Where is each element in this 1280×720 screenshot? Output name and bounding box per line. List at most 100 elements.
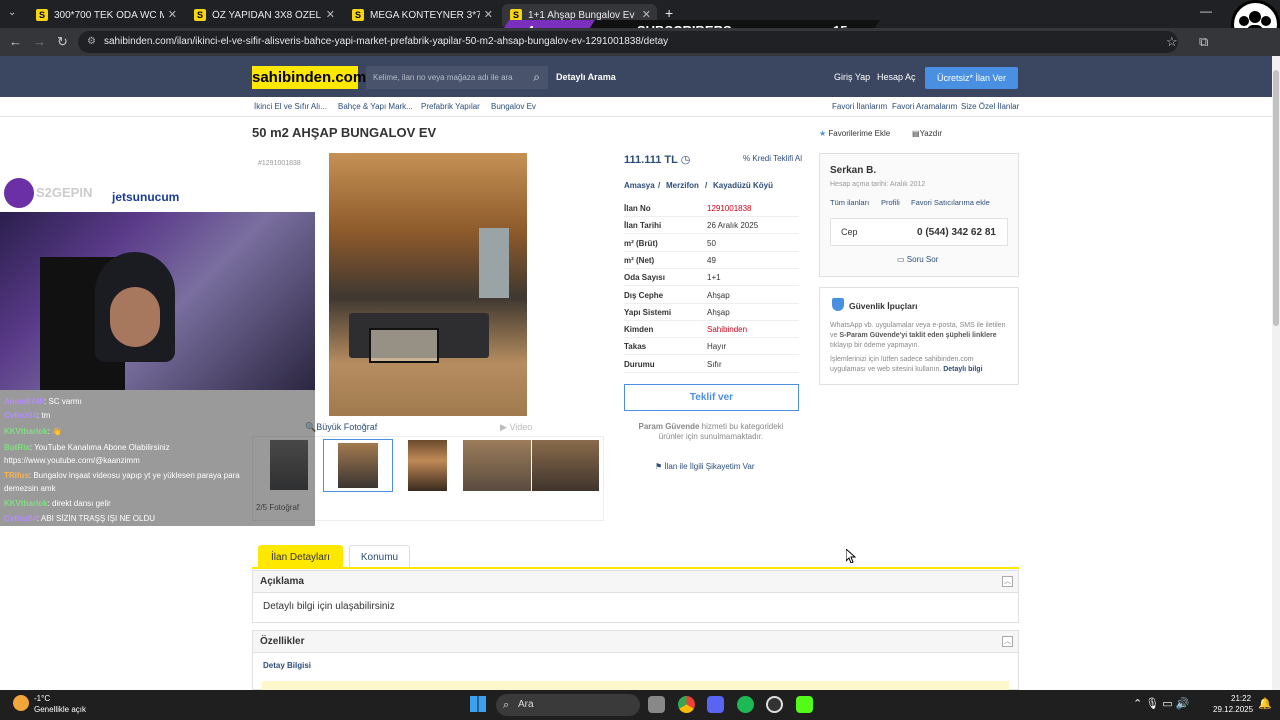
ask-question-link[interactable]: ▭ Soru Sor [897, 255, 938, 264]
safety-text-1: WhatsApp vb. uygulamalar veya e-posta, S… [830, 322, 1006, 349]
task-view-icon[interactable] [648, 696, 665, 713]
post-free-ad-button[interactable]: Ücretsiz* İlan Ver [925, 67, 1018, 89]
location-district[interactable]: Merzifon [666, 181, 699, 190]
extensions-icon[interactable]: ⧉ [1199, 34, 1208, 50]
streamer-face-shape [110, 287, 160, 347]
big-photo-link[interactable]: 🔍Büyük Fotoğraf [305, 422, 377, 433]
safety-more-link[interactable]: Detaylı bilgi [943, 366, 982, 373]
kick-icon[interactable] [796, 696, 813, 713]
report-listing-link[interactable]: ⚑ İlan ile İlgili Şikayetim Var [655, 462, 755, 471]
register-link[interactable]: Hesap Aç [877, 72, 916, 82]
breadcrumb-item[interactable]: Prefabrik Yapılar [421, 102, 480, 111]
search-icon[interactable]: ⌕ [533, 66, 540, 89]
back-arrow-icon[interactable]: ← [9, 34, 22, 49]
browser-tab-3[interactable]: S MEGA KONTEYNER 3*7 TEK OD ✕ [344, 4, 499, 26]
search-icon: ⌕ [503, 699, 510, 711]
forward-arrow-icon[interactable]: → [33, 34, 46, 49]
chrome-icon[interactable] [678, 696, 695, 713]
tab-list-chevron-icon[interactable]: ⌄ [8, 7, 16, 18]
chat-text: : SC varmı [44, 397, 82, 406]
photo-thumbnail-selected[interactable] [323, 439, 393, 492]
description-title: Açıklama [253, 571, 1018, 593]
browser-tab-1[interactable]: S 300*700 TEK ODA WC MUTFAK ✕ [28, 4, 183, 26]
windows-taskbar [0, 690, 1280, 720]
site-search-input[interactable]: Kelime, ilan no veya mağaza adı ile ara … [366, 66, 548, 89]
ad-id-label: #1291001838 [258, 160, 301, 167]
close-tab-icon[interactable]: ✕ [168, 8, 177, 21]
sahibinden-favicon-icon: S [194, 9, 206, 21]
collapse-icon[interactable]: ︿ [1002, 636, 1013, 647]
weather-temp[interactable]: -1°C [34, 694, 50, 703]
add-favorite-seller-link[interactable]: Favori Satıcılarıma ekle [911, 198, 990, 207]
start-button-icon[interactable] [470, 696, 486, 712]
seller-profile-link[interactable]: Profili [881, 198, 900, 207]
browser-tab-2[interactable]: S ÖZ YAPIDAN 3X8 ÖZEL CAMLI ✕ [186, 4, 341, 26]
tray-icons[interactable]: ⌃ 🎙 ▭ 🔊 [1133, 697, 1189, 710]
detailed-search-link[interactable]: Detaylı Arama [556, 72, 616, 82]
close-tab-icon[interactable]: ✕ [326, 8, 335, 21]
page-scrollbar-thumb[interactable] [1273, 70, 1279, 326]
listing-price: 111.111 TL ◷ [624, 154, 691, 166]
location-city[interactable]: Amasya [624, 181, 655, 190]
notification-icon[interactable]: 🔔 [1258, 697, 1272, 710]
detail-value: 1+1 [707, 273, 721, 283]
phone-number[interactable]: 0 (544) 342 62 81 [917, 227, 996, 238]
bookmark-star-icon[interactable]: ☆ [1166, 34, 1178, 50]
breadcrumb-item[interactable]: Bungalov Ev [491, 102, 536, 111]
favorite-searches-link[interactable]: Favori Aramalarım [892, 102, 957, 111]
reload-icon[interactable]: ↻ [57, 34, 68, 50]
sahibinden-favicon-icon: S [352, 9, 364, 21]
detail-key: Yapı Sistemi [624, 307, 672, 317]
site-info-icon[interactable]: ⚙ [87, 31, 96, 53]
new-tab-button[interactable]: + [665, 5, 673, 21]
breadcrumb-item[interactable]: İkinci El ve Sıfır Alı... [254, 102, 327, 111]
weather-icon[interactable] [13, 695, 29, 711]
photo-thumbnail[interactable] [408, 440, 447, 491]
personalized-listings-link[interactable]: Size Özel İlanlar [961, 102, 1019, 111]
spotify-icon[interactable] [737, 696, 754, 713]
price-history-icon[interactable]: ◷ [681, 154, 691, 166]
clock-time[interactable]: 21:22 [1231, 694, 1251, 703]
close-tab-icon[interactable]: ✕ [484, 8, 493, 21]
photo-thumbnail[interactable] [532, 440, 599, 491]
sponsor-banner: S2GEPIN jetsunucum [0, 175, 315, 212]
site-logo[interactable]: sahibinden.com [252, 66, 366, 89]
login-link[interactable]: Giriş Yap [834, 72, 870, 82]
chat-message: https://www.youtube.com/@kaanzimm [4, 456, 140, 465]
obs-icon[interactable] [766, 696, 783, 713]
weather-text[interactable]: Genellikle açık [34, 705, 86, 714]
detail-value[interactable]: 1291001838 [707, 204, 752, 213]
credit-offer-link[interactable]: % Kredi Teklifi Al [743, 154, 802, 163]
photo-table-shape [369, 328, 439, 363]
url-field[interactable]: ⚙ sahibinden.com/ilan/ikinci-el-ve-sifir… [78, 31, 1178, 53]
tab-title: MEGA KONTEYNER 3*7 TEK OD [370, 9, 480, 21]
chat-username: Cvfinz04 [4, 514, 37, 523]
tab-listing-details[interactable]: İlan Detayları [258, 545, 343, 568]
listing-main-photo[interactable] [329, 153, 527, 416]
video-link[interactable]: ▶ Video [500, 422, 532, 433]
discord-icon[interactable] [707, 696, 724, 713]
print-link[interactable]: ▤Yazdır [912, 129, 942, 138]
breadcrumb-item[interactable]: Bahçe & Yapı Mark... [338, 102, 413, 111]
minimize-icon[interactable]: — [1200, 4, 1212, 18]
chat-text: : tm [36, 411, 51, 420]
collapse-icon[interactable]: ︿ [1002, 576, 1013, 587]
add-to-favorites-link[interactable]: ★ Favorilerime Ekle [819, 129, 890, 138]
photo-thumbnail[interactable] [463, 440, 531, 491]
seller-all-listings-link[interactable]: Tüm ilanları [830, 198, 869, 207]
clock-date[interactable]: 29.12.2025 [1213, 705, 1253, 714]
taskbar-search[interactable]: ⌕ Ara [496, 694, 640, 716]
make-offer-button[interactable]: Teklif ver [624, 384, 799, 411]
detail-value[interactable]: Sahibinden [707, 325, 747, 334]
chat-message: Cvfinz04: tm [4, 411, 50, 420]
favorite-listings-link[interactable]: Favori İlanlarım [832, 102, 887, 111]
flag-icon: ⚑ [655, 462, 663, 471]
detail-row: Oda Sayısı 1+1 [624, 269, 799, 287]
detail-row: İlan Tarihi 26 Aralık 2025 [624, 217, 799, 235]
chat-username: TRifus [4, 471, 29, 480]
tab-location[interactable]: Konumu [349, 545, 410, 568]
tab-title: 300*700 TEK ODA WC MUTFAK [54, 9, 164, 21]
detail-key: m² (Net) [624, 255, 655, 265]
location-village[interactable]: Kayadüzü Köyü [713, 181, 773, 190]
detail-value: Sıfır [707, 359, 722, 369]
